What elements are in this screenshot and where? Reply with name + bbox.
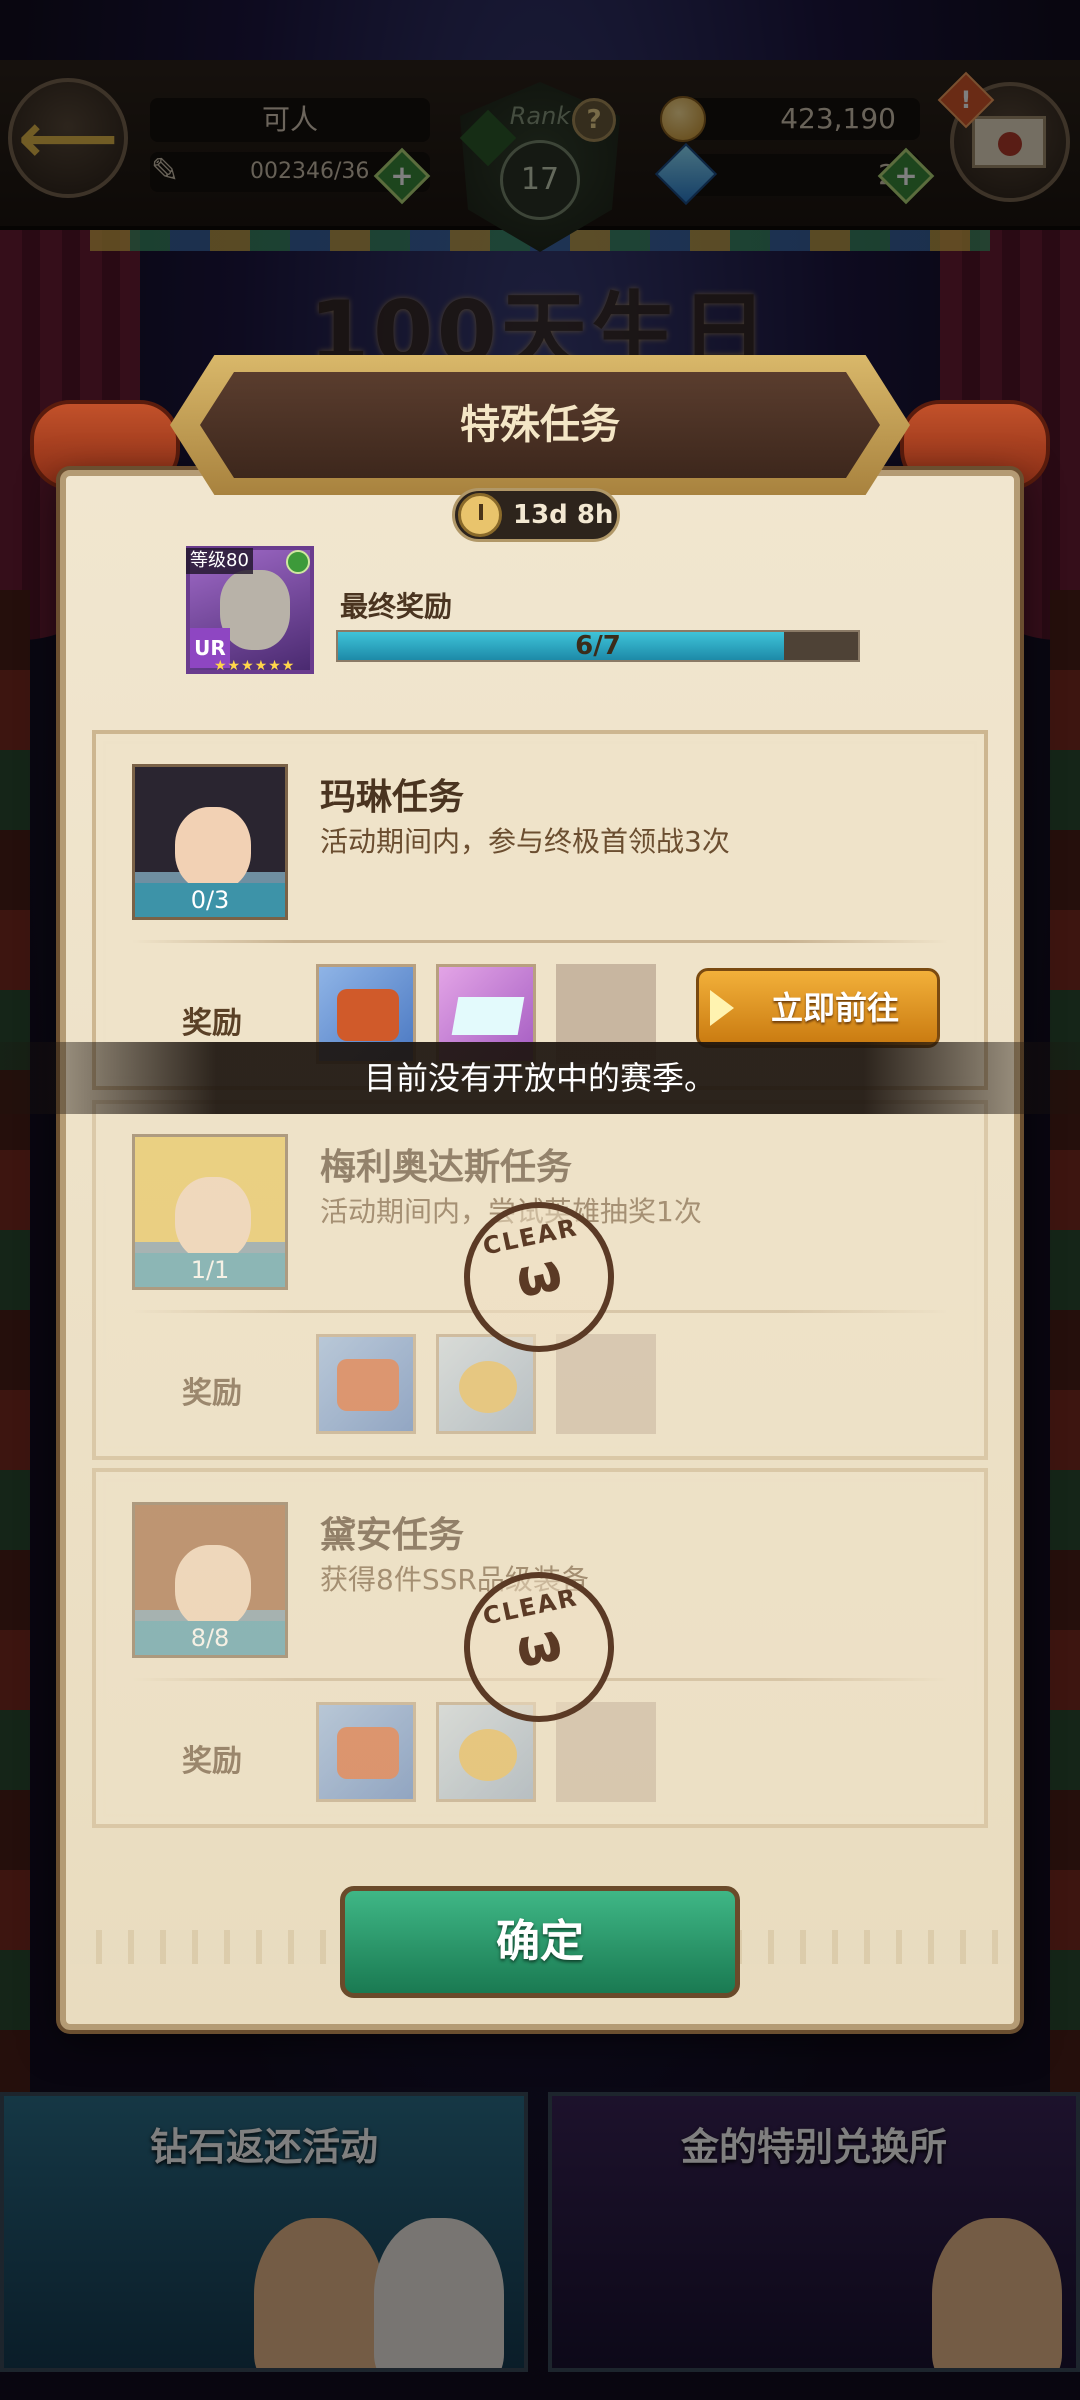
progress-text: 6/7 [575,631,621,661]
reward-item-ticket[interactable] [316,1334,416,1434]
final-reward-label: 最终奖励 [340,590,453,623]
mission-hero-portrait: 8/8 [132,1502,288,1658]
star-rating: ★★★★★★ [214,658,296,674]
reward-item-empty [556,1702,656,1802]
reward-item-empty [556,1334,656,1434]
hero-level-tag: 等级80 [186,548,253,574]
mission-hero-portrait: 0/3 [132,764,288,920]
confirm-button[interactable]: 确定 [340,1886,740,1998]
play-arrow-icon [710,990,734,1026]
clock-icon [458,493,502,537]
mission-description: 活动期间内，参与终极首领战3次 [320,825,730,858]
mission-hero-portrait: 1/1 [132,1134,288,1290]
reward-label: 奖励 [182,1376,242,1411]
reward-item-ticket[interactable] [316,1702,416,1802]
mission-title: 黛安任务 [320,1515,465,1556]
no-season-notice: 目前没有开放中的赛季。 [0,1042,1080,1114]
mission-card-merlin: 0/3 玛琳任务 活动期间内，参与终极首领战3次 奖励 立即前往 [92,730,988,1090]
dialog-title: 特殊任务 [200,372,880,478]
element-icon [286,550,310,574]
mission-progress-count: 8/8 [135,1621,285,1655]
card-divider [132,940,948,943]
mission-progress-count: 0/3 [135,883,285,917]
mission-title: 玛琳任务 [320,777,465,818]
final-reward-progress-bar: 6/7 [336,630,860,662]
reward-label: 奖励 [182,1006,242,1041]
mission-progress-count: 1/1 [135,1253,285,1287]
reward-label: 奖励 [182,1744,242,1779]
mission-title: 梅利奥达斯任务 [320,1147,573,1188]
